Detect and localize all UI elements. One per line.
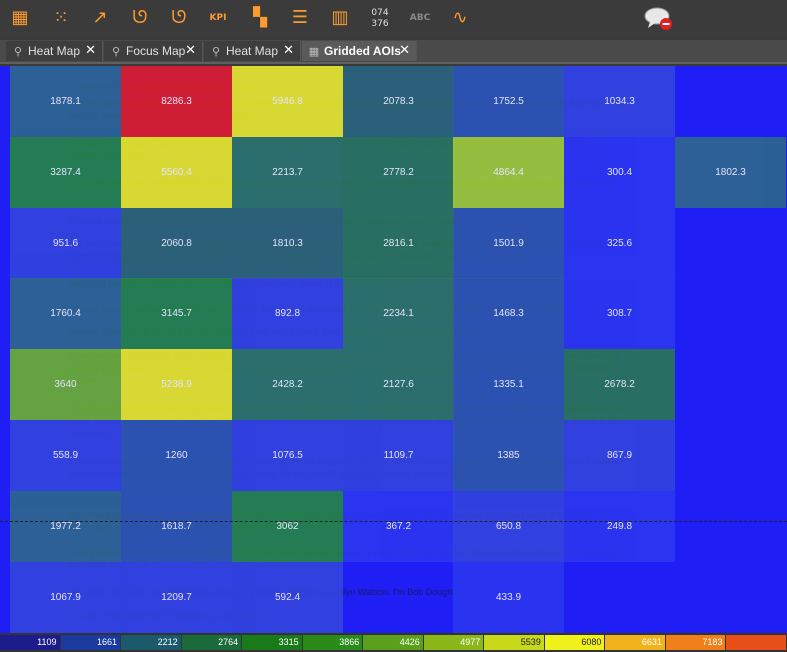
aoi-cell[interactable]: 650.8 [453, 491, 564, 562]
aoi-cell[interactable]: 325.6 [564, 208, 675, 279]
legend-bin: 1109 [0, 635, 60, 650]
aoi-cell[interactable]: 1109.7 [343, 420, 454, 491]
legend-bin [726, 635, 786, 650]
chat-alert-icon[interactable] [644, 6, 674, 32]
aoi-cell[interactable]: 558.9 [10, 420, 121, 491]
aoi-cell[interactable]: 1335.1 [453, 349, 564, 420]
tab-icon: ⚲ [13, 45, 23, 58]
aoi-cell[interactable]: 2678.2 [564, 349, 675, 420]
aoi-cell[interactable]: 2428.2 [232, 349, 343, 420]
tab-icon: ⚲ [111, 45, 121, 58]
legend-bin: 3315 [242, 635, 302, 650]
aoi-cell[interactable]: 1385 [453, 420, 564, 491]
aoi-cell[interactable]: 2816.1 [343, 208, 454, 279]
fold-line [0, 521, 787, 522]
trail-2-icon[interactable]: ᘎ [164, 4, 194, 32]
waveform-icon[interactable]: ∿ [445, 4, 475, 32]
aoi-cell[interactable]: 592.4 [232, 562, 343, 633]
aoi-cell[interactable]: 5238.9 [121, 349, 232, 420]
aoi-cell[interactable]: 308.7 [564, 278, 675, 349]
legend-bin: 6080 [544, 635, 605, 650]
aoi-cell[interactable]: 367.2 [343, 491, 454, 562]
aoi-cell[interactable]: 2778.2 [343, 137, 454, 208]
abc-icon[interactable]: ABC [405, 4, 435, 32]
aoi-grid-icon[interactable]: ▚ [245, 4, 275, 32]
dot-scatter-icon[interactable]: ⁙ [46, 4, 76, 32]
legend-bin: 3866 [302, 635, 363, 650]
aoi-cell[interactable]: 1618.7 [121, 491, 232, 562]
legend-bin: 4977 [423, 635, 484, 650]
tab-bar: ⚲ Heat Map ✕ ⚲ Focus Map ✕ ⚲ Heat Map ✕ ▦ Gridded … [0, 40, 787, 64]
aoi-cell[interactable]: 3640 [10, 349, 121, 420]
aoi-cell[interactable]: 300.4 [564, 137, 675, 208]
aoi-cell[interactable]: 892.8 [232, 278, 343, 349]
aoi-cell[interactable]: 3062 [232, 491, 343, 562]
legend-bin: 6631 [605, 635, 665, 650]
aoi-cell[interactable]: 1034.3 [564, 66, 675, 137]
tab-label: Gridded AOIs [324, 44, 401, 58]
aoi-cell[interactable]: 433.9 [453, 562, 564, 633]
aoi-cell[interactable]: 867.9 [564, 420, 675, 491]
aoi-cell[interactable]: 1468.3 [453, 278, 564, 349]
grid-icon[interactable]: ▦ [5, 4, 35, 32]
bar-chart-icon[interactable]: ▥ [325, 4, 355, 32]
close-icon[interactable]: ✕ [399, 41, 410, 61]
aoi-cell[interactable]: 2234.1 [343, 278, 454, 349]
aoi-cell[interactable]: 249.8 [564, 491, 675, 562]
aoi-cell[interactable]: 2213.7 [232, 137, 343, 208]
aoi-cell[interactable]: 2078.3 [343, 66, 454, 137]
aoi-cell[interactable]: 1260 [121, 420, 232, 491]
tab-label: Focus Map [126, 44, 186, 58]
aoi-cell[interactable]: 1878.1 [10, 66, 121, 137]
aoi-cell[interactable]: 1076.5 [232, 420, 343, 491]
path-icon[interactable]: ↗ [85, 4, 115, 32]
legend-bin: 7183 [665, 635, 726, 650]
list-icon[interactable]: ☰ [285, 4, 315, 32]
legend-bin: 4426 [363, 635, 423, 650]
aoi-cell[interactable]: 1810.3 [232, 208, 343, 279]
close-icon[interactable]: ✕ [283, 41, 294, 61]
aoi-cell[interactable]: 1752.5 [453, 66, 564, 137]
tab-heat-map[interactable]: ⚲ Heat Map ✕ [204, 41, 301, 61]
gridded-aoi-view: This the VOA Special English Agriculture… [0, 66, 787, 633]
aoi-cell[interactable]: 2060.8 [121, 208, 232, 279]
trail-icon[interactable]: ᘎ [125, 4, 155, 32]
legend-bin: 1661 [60, 635, 121, 650]
aoi-cell[interactable]: 1760.4 [10, 278, 121, 349]
tab-focus-map[interactable]: ⚲ Focus Map ✕ [104, 41, 203, 61]
aoi-cell[interactable]: 8286.3 [121, 66, 232, 137]
kpi-icon[interactable]: KPI [203, 4, 233, 32]
number-icon[interactable]: 074 376 [365, 4, 395, 32]
legend-bin: 2212 [121, 635, 181, 650]
tab-icon: ⚲ [211, 45, 221, 58]
aoi-grid: 1878.1 8286.3 5946.8 2078.3 1752.5 1034.3 3287… [0, 66, 787, 633]
legend-bin: 5539 [484, 635, 544, 650]
color-legend: 1109 1661 2212 2764 3315 3866 4426 4977 5539 6080… [0, 633, 787, 652]
aoi-cell[interactable]: 1067.9 [10, 562, 121, 633]
close-icon[interactable]: ✕ [185, 41, 196, 61]
tab-icon: ▦ [308, 45, 320, 58]
aoi-cell[interactable]: 1501.9 [453, 208, 564, 279]
aoi-cell[interactable]: 1802.3 [675, 137, 786, 208]
tab-label: Heat Map [226, 44, 279, 58]
aoi-cell[interactable]: 3145.7 [121, 278, 232, 349]
aoi-cell[interactable]: 5946.8 [232, 66, 343, 137]
aoi-cell[interactable]: 1209.7 [121, 562, 232, 633]
aoi-cell[interactable]: 1977.2 [10, 491, 121, 562]
close-icon[interactable]: ✕ [85, 41, 96, 61]
aoi-cell[interactable]: 3287.4 [10, 137, 121, 208]
aoi-cell[interactable]: 951.6 [10, 208, 121, 279]
legend-bin: 2764 [181, 635, 242, 650]
tab-gridded-aois[interactable]: ▦ Gridded AOIs ✕ [302, 41, 417, 61]
tab-label: Heat Map [28, 44, 81, 58]
tab-heat-map[interactable]: ⚲ Heat Map ✕ [6, 41, 103, 61]
aoi-cell[interactable]: 2127.6 [343, 349, 454, 420]
aoi-cell[interactable]: 5560.4 [121, 137, 232, 208]
aoi-cell[interactable]: 4864.4 [453, 137, 564, 208]
